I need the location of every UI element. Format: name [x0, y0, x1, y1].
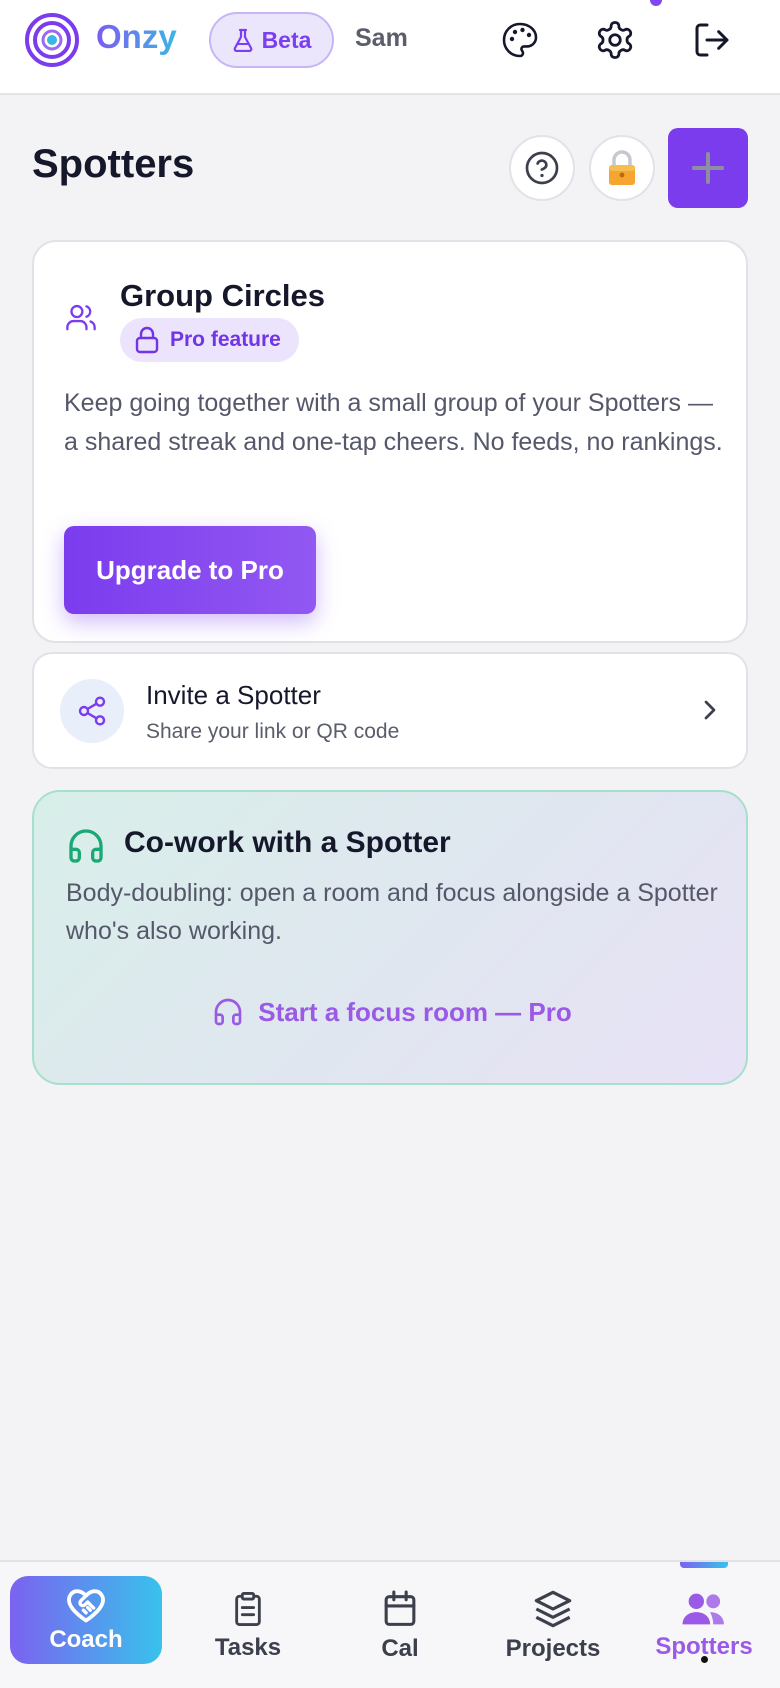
start-focus-room-label: Start a focus room — Pro	[258, 996, 572, 1027]
pro-feature-label: Pro feature	[170, 328, 281, 351]
privacy-lock-button[interactable]	[589, 135, 655, 201]
clipboard-icon	[235, 1592, 261, 1626]
logo-icon[interactable]	[24, 12, 80, 68]
nav-label-projects: Projects	[505, 1635, 601, 1662]
users-icon	[682, 1593, 724, 1625]
invite-spotter-card[interactable]: Invite a Spotter Share your link or QR c…	[32, 652, 748, 769]
layers-icon	[534, 1590, 572, 1628]
page-title: Spotters	[32, 142, 195, 186]
user-name[interactable]: Sam	[355, 24, 408, 53]
group-circles-title: Group Circles	[120, 278, 325, 313]
nav-item-coach[interactable]: Coach	[10, 1576, 162, 1664]
share-icon	[78, 696, 106, 726]
start-focus-room-button[interactable]: Start a focus room — Pro	[34, 996, 750, 1028]
logout-icon	[695, 23, 729, 57]
cowork-description: Body-doubling: open a room and focus alo…	[66, 879, 718, 945]
help-circle-icon	[525, 151, 559, 185]
add-spotter-button[interactable]	[668, 128, 748, 208]
theme-button[interactable]	[497, 17, 543, 63]
bottom-nav: Coach Tasks Cal Projects Spotters	[0, 1560, 780, 1688]
nav-item-cal[interactable]: Cal	[360, 1562, 440, 1688]
settings-button[interactable]	[592, 17, 638, 63]
palette-icon	[502, 22, 538, 58]
group-circles-description: Keep going together with a small group o…	[64, 389, 723, 456]
nav-item-projects[interactable]: Projects	[498, 1562, 608, 1688]
heart-handshake-icon	[67, 1589, 105, 1623]
logout-button[interactable]	[689, 17, 735, 63]
flask-icon	[233, 28, 252, 52]
invite-title: Invite a Spotter	[146, 680, 321, 710]
plus-icon	[692, 152, 724, 184]
gear-icon	[597, 21, 633, 59]
users-icon	[66, 304, 96, 331]
chevron-right-icon	[704, 700, 716, 720]
notification-dot	[650, 0, 662, 6]
cowork-card: Co-work with a Spotter Body-doubling: op…	[32, 790, 748, 1085]
group-circles-card: Group Circles Pro feature Keep going tog…	[32, 240, 748, 643]
pro-feature-badge: Pro feature	[120, 318, 299, 362]
nav-item-spotters[interactable]: Spotters	[650, 1562, 758, 1688]
beta-label: Beta	[261, 26, 312, 53]
lock-icon	[609, 150, 635, 185]
nav-item-tasks[interactable]: Tasks	[205, 1562, 291, 1688]
nav-label-coach: Coach	[49, 1626, 123, 1653]
headphones-icon	[69, 829, 103, 863]
brand-name[interactable]: Onzy	[96, 18, 177, 56]
nav-active-dot	[701, 1656, 708, 1663]
share-icon-container	[60, 679, 124, 743]
app-header: Onzy Beta Sam	[0, 0, 780, 95]
nav-label-cal: Cal	[381, 1635, 419, 1662]
cowork-title: Co-work with a Spotter	[124, 826, 451, 859]
beta-badge[interactable]: Beta	[209, 12, 334, 68]
lock-icon	[135, 326, 159, 354]
upgrade-to-pro-button[interactable]: Upgrade to Pro	[64, 526, 316, 614]
nav-label-tasks: Tasks	[214, 1634, 282, 1661]
invite-subtitle: Share your link or QR code	[146, 720, 400, 743]
headphones-icon	[214, 998, 242, 1026]
calendar-icon	[384, 1590, 416, 1626]
help-button[interactable]	[509, 135, 575, 201]
